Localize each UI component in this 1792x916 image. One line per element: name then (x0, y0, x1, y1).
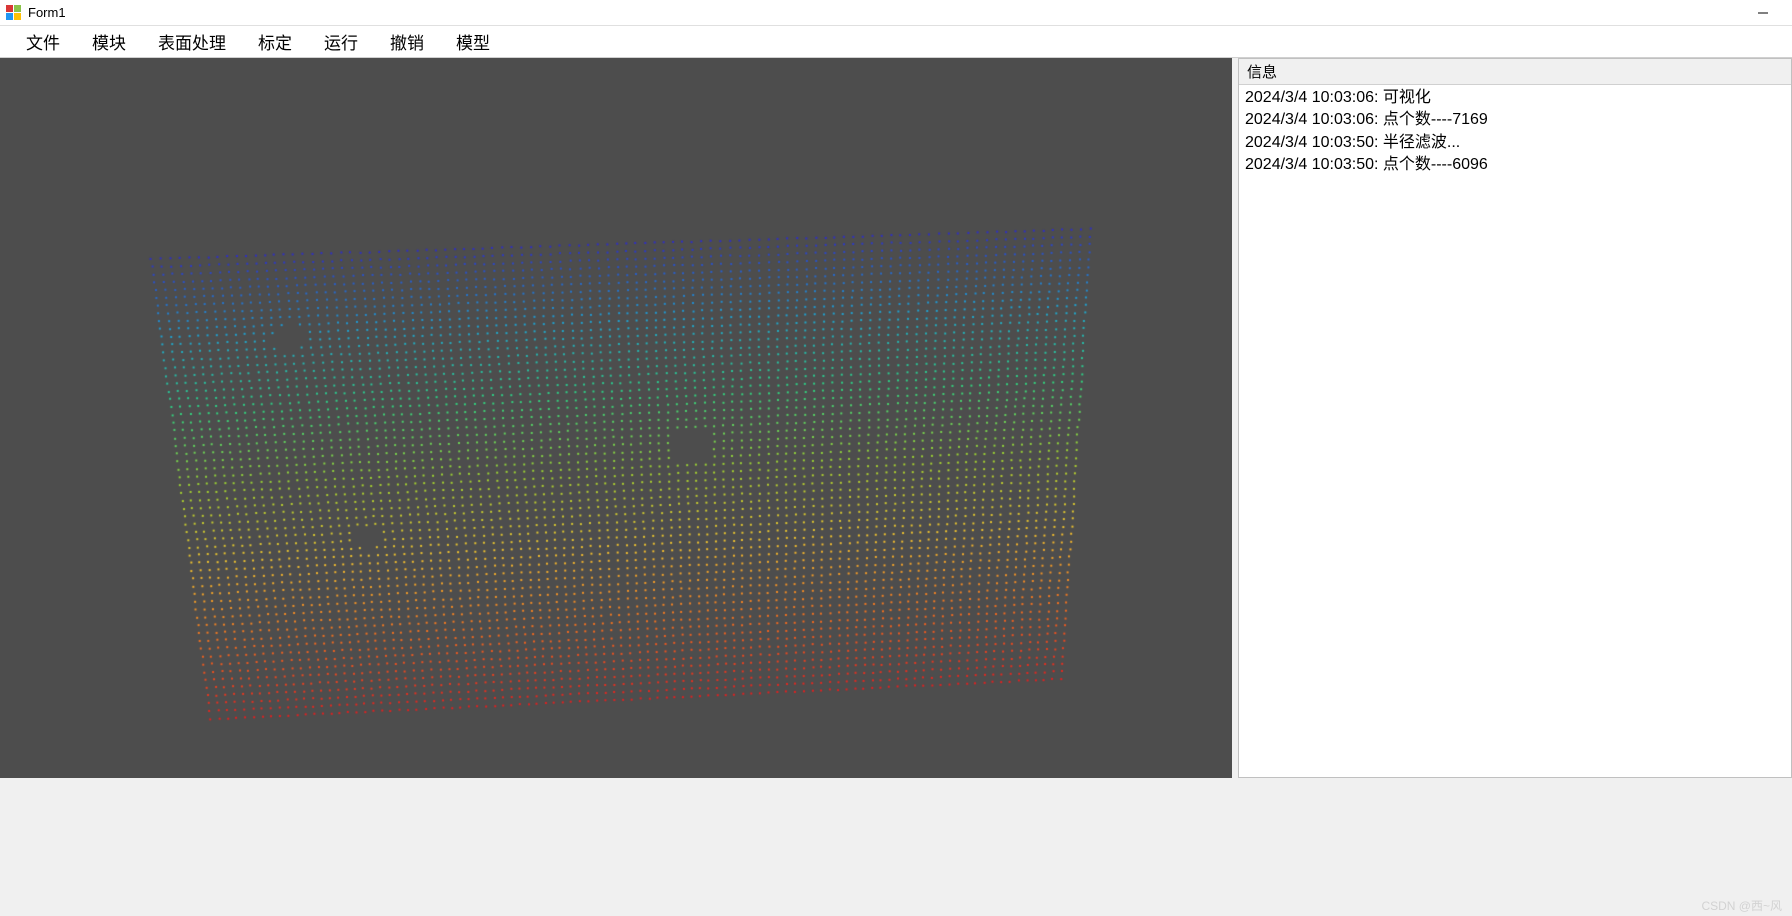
log-entry: 2024/3/4 10:03:50: 点个数----6096 (1243, 154, 1787, 176)
menu-calibrate[interactable]: 标定 (242, 25, 308, 58)
log-entry: 2024/3/4 10:03:06: 可视化 (1243, 87, 1787, 109)
minimize-button[interactable] (1740, 0, 1786, 26)
info-panel: 信息 2024/3/4 10:03:06: 可视化 2024/3/4 10:03… (1238, 58, 1792, 778)
menubar: 文件 模块 表面处理 标定 运行 撤销 模型 (0, 26, 1792, 58)
menu-undo[interactable]: 撤销 (374, 25, 440, 58)
pointcloud-canvas[interactable] (0, 58, 1232, 778)
window-controls (1740, 0, 1786, 26)
window-title: Form1 (28, 5, 66, 20)
log-entry: 2024/3/4 10:03:50: 半径滤波... (1243, 132, 1787, 154)
menu-file[interactable]: 文件 (10, 25, 76, 58)
titlebar: Form1 (0, 0, 1792, 26)
app-icon (6, 5, 22, 21)
info-panel-header: 信息 (1239, 59, 1791, 85)
log-entry: 2024/3/4 10:03:06: 点个数----7169 (1243, 109, 1787, 131)
menu-model[interactable]: 模型 (440, 25, 506, 58)
viewport-3d[interactable] (0, 58, 1232, 778)
menu-run[interactable]: 运行 (308, 25, 374, 58)
content-area: 信息 2024/3/4 10:03:06: 可视化 2024/3/4 10:03… (0, 58, 1792, 916)
log-list[interactable]: 2024/3/4 10:03:06: 可视化 2024/3/4 10:03:06… (1239, 85, 1791, 179)
menu-surface[interactable]: 表面处理 (142, 25, 242, 58)
menu-module[interactable]: 模块 (76, 25, 142, 58)
